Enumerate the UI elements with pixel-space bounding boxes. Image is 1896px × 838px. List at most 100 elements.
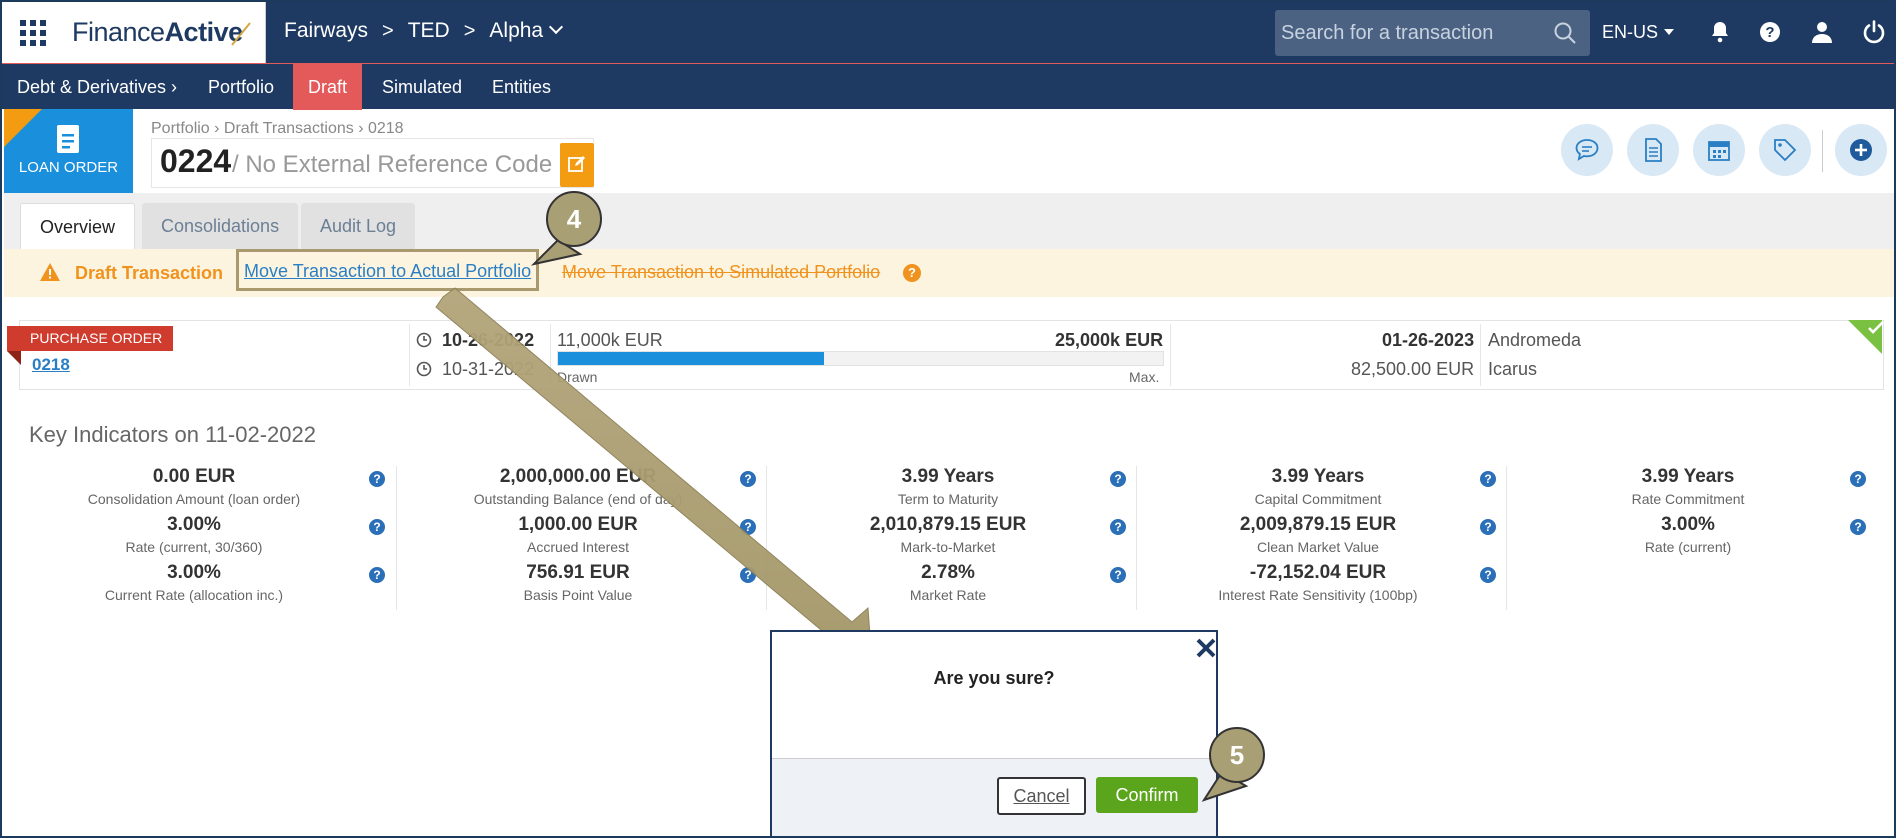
- nav-draft[interactable]: Draft: [293, 64, 363, 110]
- help-icon[interactable]: ?: [1110, 519, 1126, 535]
- check-icon: [1868, 321, 1884, 334]
- add-button[interactable]: [1835, 124, 1887, 176]
- indicator-value: 3.99 Years: [1641, 466, 1735, 487]
- crumb-fairways[interactable]: Fairways: [284, 19, 368, 43]
- indicator: 2,010,879.15 EUR Mark-to-Market: [783, 514, 1113, 555]
- indicator-label: Rate (current): [1644, 539, 1732, 555]
- help-icon[interactable]: ?: [1758, 20, 1782, 44]
- close-icon[interactable]: [1195, 637, 1217, 659]
- nav-entities[interactable]: Entities: [477, 64, 566, 110]
- chevron-down-icon[interactable]: [549, 19, 564, 35]
- title-row: 0224 / No External Reference Code: [151, 138, 594, 188]
- indicator-value: 2,009,879.15 EUR: [1239, 514, 1397, 535]
- drawn-label: Drawn: [557, 369, 598, 385]
- help-icon[interactable]: ?: [1850, 519, 1866, 535]
- transaction-number: 0224: [160, 143, 232, 179]
- indicator-value: 3.00%: [167, 514, 221, 535]
- indicator-value: 1,000.00 EUR: [518, 514, 638, 535]
- help-icon[interactable]: ?: [369, 519, 385, 535]
- user-icon[interactable]: [1810, 20, 1834, 44]
- tab-consolidations[interactable]: Consolidations: [142, 203, 299, 249]
- indicator-label: Basis Point Value: [523, 587, 633, 603]
- comment-icon: [1575, 139, 1599, 161]
- max-amount: 25,000k EUR: [1055, 330, 1164, 350]
- indicator-label: Term to Maturity: [897, 491, 999, 507]
- edit-button[interactable]: [560, 143, 594, 187]
- comment-button[interactable]: [1561, 124, 1613, 176]
- help-icon[interactable]: ?: [1110, 471, 1126, 487]
- apps-grid-icon[interactable]: [20, 20, 46, 46]
- help-icon[interactable]: ?: [369, 567, 385, 583]
- indicator-label: Rate (current, 30/360): [125, 539, 263, 555]
- svg-text:?: ?: [1765, 24, 1774, 41]
- indicator: 1,000.00 EUR Accrued Interest: [413, 514, 743, 555]
- indicator-label: Clean Market Value: [1257, 539, 1379, 555]
- help-icon[interactable]: ?: [740, 567, 756, 583]
- help-icon[interactable]: ?: [1480, 471, 1496, 487]
- language-selector[interactable]: EN-US: [1602, 22, 1675, 43]
- indicator-column: 3.99 Years Rate Commitment 3.00% Rate (cur…: [1506, 466, 1876, 610]
- tab-audit-log[interactable]: Audit Log: [301, 203, 416, 249]
- search-input[interactable]: [1275, 10, 1545, 56]
- logo-finance: Finance: [72, 17, 165, 47]
- indicator-value: 2.78%: [921, 562, 975, 583]
- card-divider: [1170, 324, 1171, 386]
- entity-name[interactable]: Icarus: [1488, 359, 1537, 380]
- indicator-value: 0.00 EUR: [152, 466, 236, 487]
- corner-flag: [4, 109, 42, 147]
- help-icon[interactable]: ?: [740, 519, 756, 535]
- indicator-label: Capital Commitment: [1254, 491, 1382, 507]
- help-icon[interactable]: ?: [1480, 519, 1496, 535]
- bell-icon[interactable]: [1708, 20, 1732, 44]
- search-icon[interactable]: [1554, 22, 1576, 44]
- move-actual-highlight: Move Transaction to Actual Portfolio: [236, 249, 539, 291]
- entity-name[interactable]: Andromeda: [1488, 330, 1581, 351]
- warning-icon: [40, 263, 60, 281]
- loan-order-badge: LOAN ORDER: [4, 109, 133, 193]
- breadcrumb[interactable]: Portfolio › Draft Transactions › 0218: [151, 120, 404, 138]
- app-window: FinanceActive Fairways > TED > Alpha EN-…: [0, 0, 1896, 838]
- indicator-value: 3.00%: [1661, 514, 1715, 535]
- indicator-column: 3.99 Years Term to Maturity 2,010,879.15 …: [766, 466, 1136, 610]
- calendar-icon: [1708, 141, 1730, 161]
- nav-simulated[interactable]: Simulated: [367, 64, 477, 110]
- indicator-column: 0.00 EUR Consolidation Amount (loan order…: [29, 466, 399, 610]
- progress-fill: [558, 352, 825, 365]
- confirm-button[interactable]: Confirm: [1096, 777, 1198, 813]
- document-button[interactable]: [1627, 124, 1679, 176]
- logo[interactable]: FinanceActive: [72, 17, 243, 48]
- move-to-actual-link[interactable]: Move Transaction to Actual Portfolio: [244, 261, 531, 282]
- help-icon[interactable]: ?: [369, 471, 385, 487]
- logo-slash-icon: [231, 22, 251, 46]
- power-icon[interactable]: [1862, 20, 1886, 44]
- help-icon[interactable]: ?: [1850, 471, 1866, 487]
- purchase-order-number[interactable]: 0218: [32, 355, 70, 375]
- help-icon[interactable]: ?: [1480, 567, 1496, 583]
- key-indicators-title: Key Indicators on 11-02-2022: [29, 422, 316, 447]
- tab-overview[interactable]: Overview: [20, 203, 136, 249]
- help-icon[interactable]: ?: [1110, 567, 1126, 583]
- crumb-ted[interactable]: TED: [408, 19, 450, 43]
- nav-debt-derivatives[interactable]: Debt & Derivatives ›: [2, 64, 192, 110]
- clock-icon: [416, 361, 432, 377]
- order-amount: 82,500.00 EUR: [1351, 359, 1475, 379]
- tag-icon: [1774, 139, 1797, 162]
- ribbon-fold: [7, 351, 21, 365]
- second-date: 10-31-2022: [442, 359, 535, 379]
- crumb-alpha[interactable]: Alpha: [489, 19, 543, 43]
- cancel-button[interactable]: Cancel: [997, 777, 1086, 815]
- drawn-amount: 11,000k EUR: [557, 330, 663, 350]
- indicator: 756.91 EUR Basis Point Value: [413, 562, 743, 603]
- calendar-button[interactable]: [1693, 124, 1745, 176]
- nav-portfolio[interactable]: Portfolio: [193, 64, 289, 110]
- tag-button[interactable]: [1759, 124, 1811, 176]
- indicator-value: 756.91 EUR: [526, 562, 630, 583]
- drawn-progress-bar: [557, 351, 1164, 366]
- indicator-label: Outstanding Balance (end of day): [473, 491, 683, 507]
- help-icon[interactable]: ?: [740, 471, 756, 487]
- help-icon[interactable]: ?: [903, 264, 921, 282]
- indicator-column: 2,000,000.00 EUR Outstanding Balance (end…: [396, 466, 766, 610]
- callout-step-4: 4: [546, 191, 602, 247]
- indicator: 3.99 Years Rate Commitment: [1523, 466, 1853, 507]
- purchase-order-ribbon: PURCHASE ORDER: [7, 326, 173, 351]
